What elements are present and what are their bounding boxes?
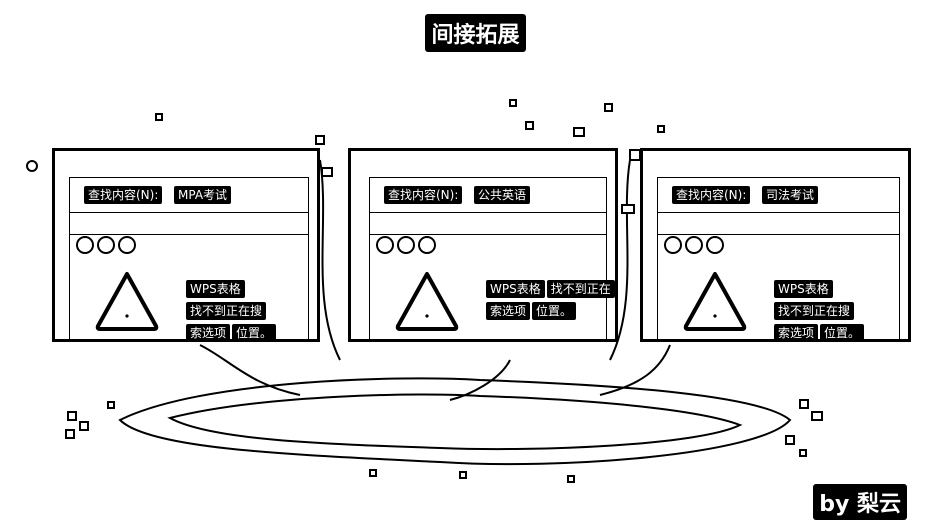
window-buttons [376,236,436,254]
message-part: 找不到正在搜 [186,302,267,320]
warning-triangle-icon [683,272,747,331]
find-label: 查找内容(N): [672,186,751,204]
message-part: 索选项 [486,302,531,320]
dialog-body: 查找内容(N): 司法考试 WPS表格找不到正在搜 索选项 位置。 [657,177,900,342]
circle-icon[interactable] [118,236,136,254]
message-part: 找不到正在搜 [774,302,855,320]
divider [70,212,308,213]
error-message: WPS表格找不到正在搜 索选项 位置。 [774,278,916,344]
circle-icon[interactable] [418,236,436,254]
message-part: 索选项 [186,324,231,342]
dialog-body: 查找内容(N): 公共英语 WPS表格 找不到正在 索选项 位置。 [369,177,615,339]
find-label: 查找内容(N): [84,186,163,204]
window-buttons [76,236,136,254]
page-title: 间接拓展 [0,14,951,52]
warning-triangle-icon [395,272,459,331]
search-field[interactable]: 司法考试 [762,186,819,204]
message-part: WPS表格 [774,280,833,298]
search-field[interactable]: 公共英语 [474,186,531,204]
divider [658,212,899,213]
search-field[interactable]: MPA考试 [174,186,232,204]
message-part: WPS表格 [486,280,545,298]
message-part: 索选项 [774,324,819,342]
message-part: 位置。 [232,324,277,342]
divider [370,234,606,235]
divider [370,212,606,213]
find-dialog-1: 查找内容(N): MPA考试 WPS表格找不到正在搜 索选项 位置。 [52,148,320,342]
message-part: 找不到正在 [546,280,615,298]
message-part: WPS表格 [186,280,245,298]
circle-icon[interactable] [685,236,703,254]
circle-icon[interactable] [376,236,394,254]
author-credit: by 梨云 [813,484,907,520]
circle-icon[interactable] [397,236,415,254]
find-dialog-2: 查找内容(N): 公共英语 WPS表格 找不到正在 索选项 位置。 [348,148,618,342]
divider [70,234,308,235]
message-part: 位置。 [532,302,577,320]
window-buttons [664,236,724,254]
error-message: WPS表格 找不到正在 索选项 位置。 [486,278,628,322]
circle-icon[interactable] [97,236,115,254]
warning-triangle-icon [95,272,159,331]
divider [658,234,899,235]
error-message: WPS表格找不到正在搜 索选项 位置。 [186,278,328,344]
circle-icon[interactable] [706,236,724,254]
page-title-text: 间接拓展 [425,14,526,52]
find-dialog-3: 查找内容(N): 司法考试 WPS表格找不到正在搜 索选项 位置。 [640,148,911,342]
find-label: 查找内容(N): [384,186,463,204]
circle-icon[interactable] [76,236,94,254]
dialog-body: 查找内容(N): MPA考试 WPS表格找不到正在搜 索选项 位置。 [69,177,309,342]
message-part: 位置。 [820,324,865,342]
circle-icon[interactable] [664,236,682,254]
